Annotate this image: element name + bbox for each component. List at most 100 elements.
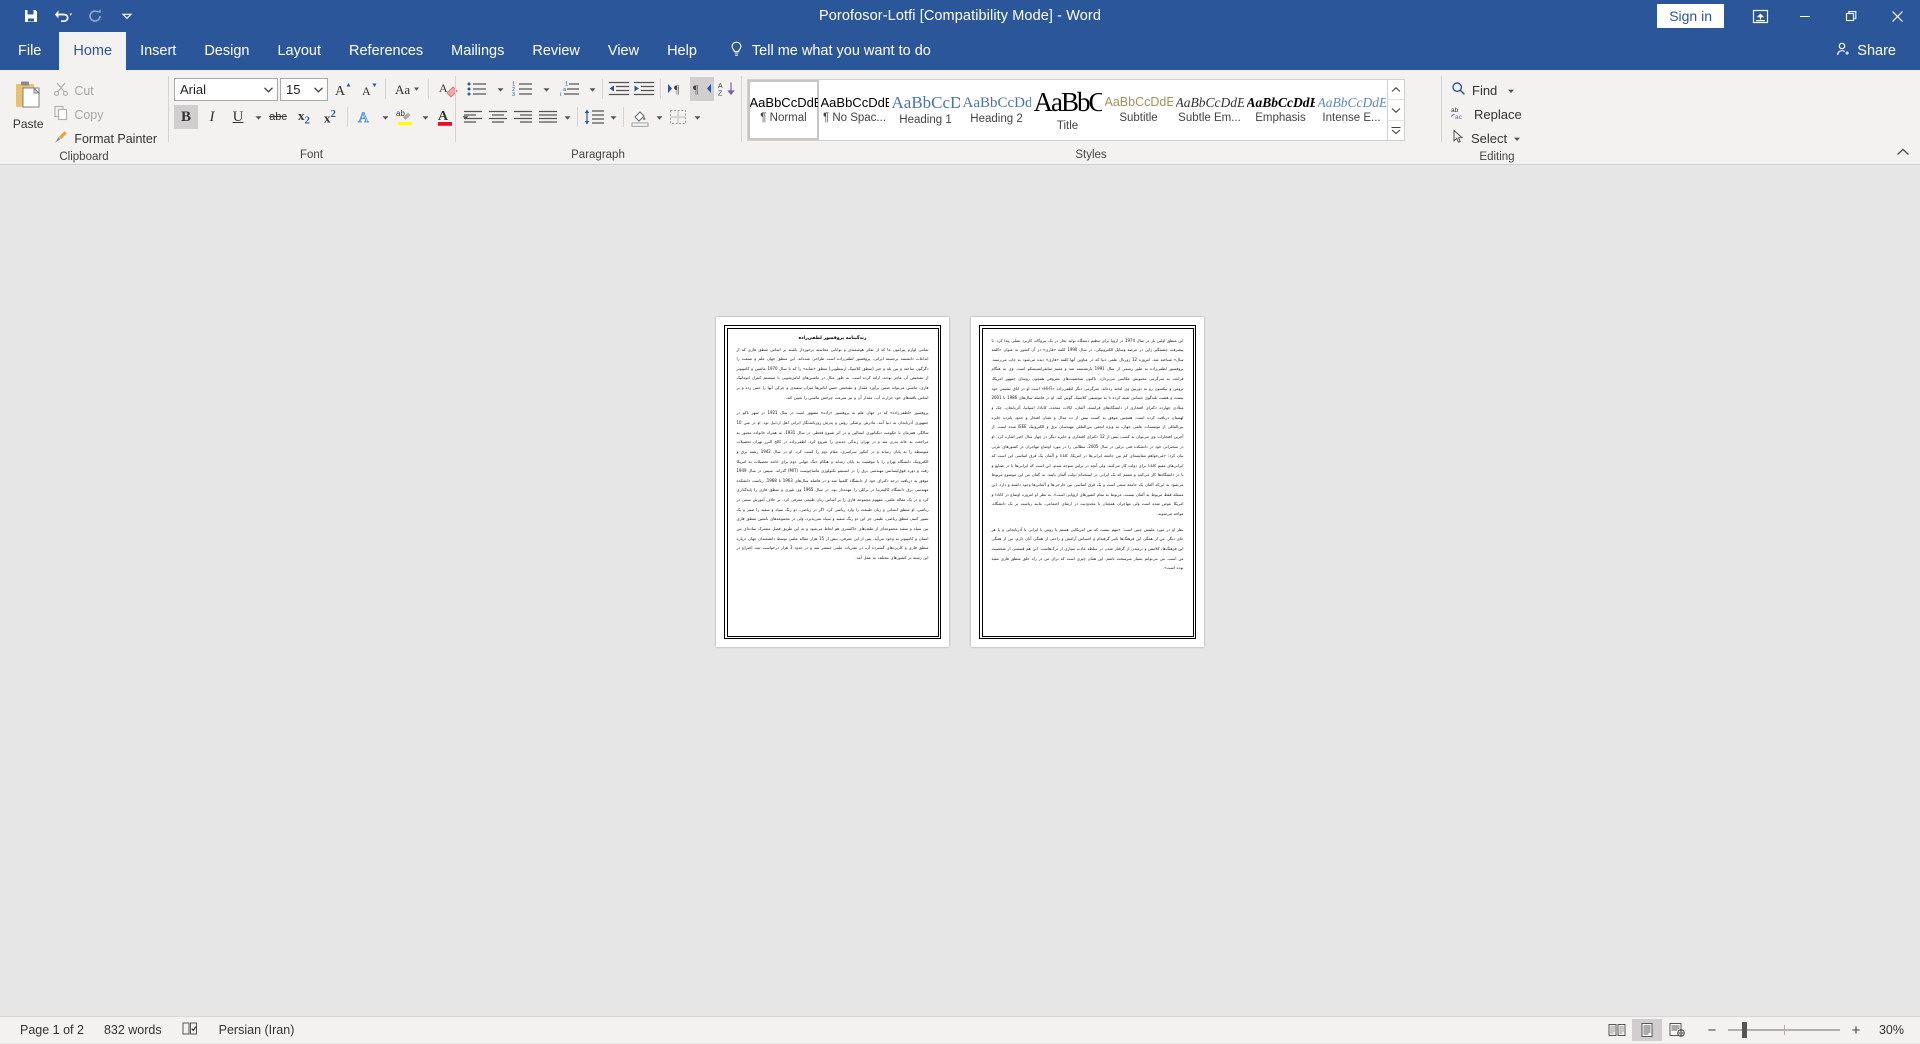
style-heading-1[interactable]: AaBbCcDdEe Heading 1 <box>890 80 961 140</box>
sign-in-button[interactable]: Sign in <box>1657 3 1724 29</box>
tab-insert[interactable]: Insert <box>126 32 190 70</box>
italic-button[interactable]: I <box>200 105 224 129</box>
view-read-mode-button[interactable] <box>1602 1019 1632 1041</box>
customize-qat-icon[interactable] <box>112 3 142 29</box>
status-page-number[interactable]: Page 1 of 2 <box>10 1019 94 1041</box>
select-dropdown-icon[interactable] <box>1513 131 1521 146</box>
tab-view[interactable]: View <box>594 32 653 70</box>
tab-references[interactable]: References <box>335 32 437 70</box>
share-button[interactable]: Share <box>1827 37 1904 65</box>
line-spacing-button[interactable] <box>582 105 606 129</box>
tab-file[interactable]: File <box>0 32 59 70</box>
style-title[interactable]: AaBbCcDdEe Title <box>1032 80 1103 140</box>
font-size-combo[interactable]: 15 <box>280 77 328 101</box>
style-heading-2[interactable]: AaBbCcDdEe Heading 2 <box>961 80 1032 140</box>
highlight-color-button[interactable]: ab <box>393 105 417 129</box>
borders-dropdown[interactable] <box>691 105 703 129</box>
styles-scroll-up-icon[interactable] <box>1388 80 1404 101</box>
status-language[interactable]: Persian (Iran) <box>209 1019 305 1041</box>
bullets-dropdown[interactable] <box>494 77 506 101</box>
document-page-1[interactable]: زندگینامه پروفسور لطفی‌زاده تمامی لوازم … <box>716 317 949 647</box>
align-center-button[interactable] <box>486 105 510 129</box>
select-button[interactable]: Select <box>1447 127 1530 149</box>
align-right-button[interactable] <box>511 105 535 129</box>
grow-font-button[interactable]: A <box>330 77 354 101</box>
ltr-text-direction-button[interactable]: ¶ <box>665 77 689 101</box>
styles-gallery-scrollbar[interactable] <box>1388 79 1405 141</box>
numbering-button[interactable]: 123 <box>507 77 539 101</box>
tab-layout[interactable]: Layout <box>263 32 335 70</box>
replace-button[interactable]: ab ac Replace <box>1447 103 1530 125</box>
font-name-combo[interactable]: Arial <box>174 77 278 101</box>
tab-home[interactable]: Home <box>59 32 127 70</box>
underline-dropdown[interactable] <box>252 105 264 129</box>
styles-more-icon[interactable] <box>1388 121 1404 140</box>
save-icon[interactable] <box>16 3 46 29</box>
zoom-out-button[interactable]: − <box>1704 1023 1720 1038</box>
style-no-spacing[interactable]: AaBbCcDdEe ¶ No Spac... <box>819 80 890 140</box>
shading-button[interactable] <box>628 105 652 129</box>
tab-review[interactable]: Review <box>518 32 594 70</box>
ribbon-display-options-icon[interactable] <box>1738 0 1782 32</box>
style-normal[interactable]: AaBbCcDdEe ¶ Normal <box>748 80 819 140</box>
tell-me-search[interactable]: Tell me what you want to do <box>711 32 941 70</box>
bullets-button[interactable] <box>461 77 493 101</box>
shading-dropdown[interactable] <box>653 105 665 129</box>
multilevel-list-button[interactable]: 1ai <box>553 77 585 101</box>
subscript-button[interactable]: x2 <box>292 105 316 129</box>
view-web-layout-button[interactable] <box>1662 1019 1692 1041</box>
tab-mailings[interactable]: Mailings <box>437 32 518 70</box>
borders-button[interactable] <box>666 105 690 129</box>
strikethrough-button[interactable]: abc <box>266 105 290 129</box>
paste-button[interactable]: Paste <box>6 77 50 131</box>
rtl-text-direction-button[interactable]: ¶ <box>690 77 714 101</box>
status-word-count[interactable]: 832 words <box>94 1019 172 1041</box>
superscript-button[interactable]: x2 <box>318 105 342 129</box>
copy-button[interactable]: Copy <box>50 103 163 126</box>
format-painter-button[interactable]: Format Painter <box>50 127 163 150</box>
zoom-control[interactable]: − + 30% <box>1692 1022 1912 1038</box>
numbering-dropdown[interactable] <box>540 77 552 101</box>
styles-scroll-down-icon[interactable] <box>1388 100 1404 121</box>
undo-icon[interactable] <box>48 3 78 29</box>
zoom-in-button[interactable]: + <box>1848 1023 1864 1038</box>
collapse-ribbon-icon[interactable] <box>1894 144 1912 162</box>
zoom-slider-track[interactable] <box>1728 1022 1840 1038</box>
text-effects-dropdown[interactable] <box>379 105 391 129</box>
justify-dropdown[interactable] <box>561 105 573 129</box>
minimize-button[interactable] <box>1782 0 1828 32</box>
status-proofing[interactable] <box>172 1019 209 1041</box>
document-canvas[interactable]: زندگینامه پروفسور لطفی‌زاده تمامی لوازم … <box>0 165 1920 1016</box>
zoom-percentage[interactable]: 30% <box>1872 1023 1904 1037</box>
style-intense-emphasis[interactable]: AaBbCcDdEe Intense E... <box>1316 80 1387 140</box>
view-print-layout-button[interactable] <box>1632 1019 1662 1041</box>
shrink-font-button[interactable]: A <box>356 77 380 101</box>
highlight-color-dropdown[interactable] <box>419 105 431 129</box>
zoom-slider-thumb[interactable] <box>1742 1022 1747 1038</box>
styles-gallery[interactable]: AaBbCcDdEe ¶ Normal AaBbCcDdEe ¶ No Spac… <box>747 79 1388 141</box>
increase-indent-button[interactable] <box>632 77 656 101</box>
style-subtle-emphasis[interactable]: AaBbCcDdEe Subtle Em... <box>1174 80 1245 140</box>
underline-button[interactable]: U <box>226 105 250 129</box>
document-page-2[interactable]: این منطق اولین بار در سال 1974 در اروپا … <box>971 317 1204 647</box>
sort-button[interactable]: AZ <box>715 77 739 101</box>
cut-button[interactable]: Cut <box>50 79 163 102</box>
find-dropdown-icon[interactable] <box>1507 83 1515 98</box>
style-emphasis[interactable]: AaBbCcDdEe Emphasis <box>1245 80 1316 140</box>
bold-button[interactable]: B <box>174 105 198 129</box>
tab-help[interactable]: Help <box>653 32 711 70</box>
justify-button[interactable] <box>536 105 560 129</box>
decrease-indent-button[interactable] <box>607 77 631 101</box>
style-subtitle[interactable]: AaBbCcDdEe Subtitle <box>1103 80 1174 140</box>
multilevel-list-dropdown[interactable] <box>586 77 598 101</box>
redo-icon[interactable] <box>80 3 110 29</box>
change-case-button[interactable]: Aa <box>391 77 423 101</box>
align-left-button[interactable] <box>461 105 485 129</box>
font-color-button[interactable]: A <box>433 105 457 129</box>
text-effects-button[interactable]: A <box>353 105 377 129</box>
close-button[interactable] <box>1874 0 1920 32</box>
find-button[interactable]: Find <box>1447 79 1530 101</box>
tab-design[interactable]: Design <box>190 32 263 70</box>
line-spacing-dropdown[interactable] <box>607 105 619 129</box>
restore-button[interactable] <box>1828 0 1874 32</box>
